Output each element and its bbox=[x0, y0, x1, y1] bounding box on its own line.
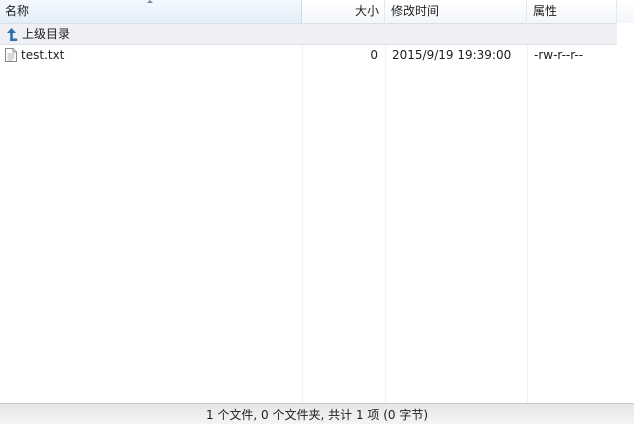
column-header-name[interactable]: 名称 bbox=[0, 0, 302, 23]
column-header-size[interactable]: 大小 bbox=[302, 0, 385, 23]
status-bar: 1 个文件, 0 个文件夹, 共计 1 项 (0 字节) bbox=[0, 403, 634, 424]
text-file-icon bbox=[5, 48, 17, 62]
file-modified-time: 2015/9/19 19:39:00 bbox=[392, 48, 512, 62]
column-divider bbox=[527, 23, 528, 403]
file-name: test.txt bbox=[21, 48, 65, 62]
column-header-modified-label: 修改时间 bbox=[391, 4, 440, 18]
column-header-size-label: 大小 bbox=[354, 4, 379, 18]
column-header-attributes-label: 属性 bbox=[533, 4, 558, 18]
file-row[interactable]: test.txt 0 2015/9/19 19:39:00 -rw-r--r-- bbox=[0, 45, 617, 66]
sort-ascending-icon bbox=[147, 0, 153, 3]
column-header-name-label: 名称 bbox=[5, 4, 30, 18]
column-divider bbox=[302, 23, 303, 403]
file-attributes: -rw-r--r-- bbox=[534, 48, 584, 62]
parent-directory-label: 上级目录 bbox=[22, 27, 71, 41]
column-divider bbox=[385, 23, 386, 403]
up-arrow-icon bbox=[5, 27, 19, 42]
column-header-attributes[interactable]: 属性 bbox=[527, 0, 617, 23]
status-text: 1 个文件, 0 个文件夹, 共计 1 项 (0 字节) bbox=[205, 408, 429, 422]
parent-directory-row[interactable]: 上级目录 bbox=[0, 24, 617, 45]
vertical-scroll-area[interactable] bbox=[617, 23, 634, 403]
column-header-bar: 名称 大小 修改时间 属性 bbox=[0, 0, 634, 24]
file-size: 0 bbox=[370, 48, 378, 62]
column-header-modified[interactable]: 修改时间 bbox=[385, 0, 527, 23]
